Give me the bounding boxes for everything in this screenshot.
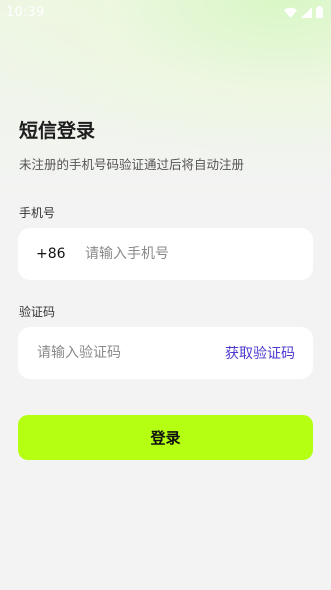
cellular-signal-icon — [301, 6, 312, 18]
get-code-button[interactable]: 获取验证码 — [225, 343, 295, 363]
page-subtitle: 未注册的手机号码验证通过后将自动注册 — [19, 157, 245, 172]
page-title: 短信登录 — [19, 120, 96, 142]
battery-icon — [316, 6, 323, 18]
code-label: 验证码 — [19, 305, 56, 319]
phone-field: +86 — [18, 228, 313, 280]
wifi-icon — [284, 7, 297, 18]
phone-label: 手机号 — [19, 206, 56, 220]
code-field: 获取验证码 — [18, 327, 313, 379]
status-time: 10:39 — [6, 4, 45, 20]
login-button[interactable]: 登录 — [18, 415, 313, 460]
phone-input[interactable] — [85, 239, 295, 269]
country-code[interactable]: +86 — [36, 246, 85, 262]
status-icons — [284, 6, 323, 18]
code-input[interactable] — [37, 338, 207, 368]
status-bar: 10:39 — [0, 0, 331, 24]
